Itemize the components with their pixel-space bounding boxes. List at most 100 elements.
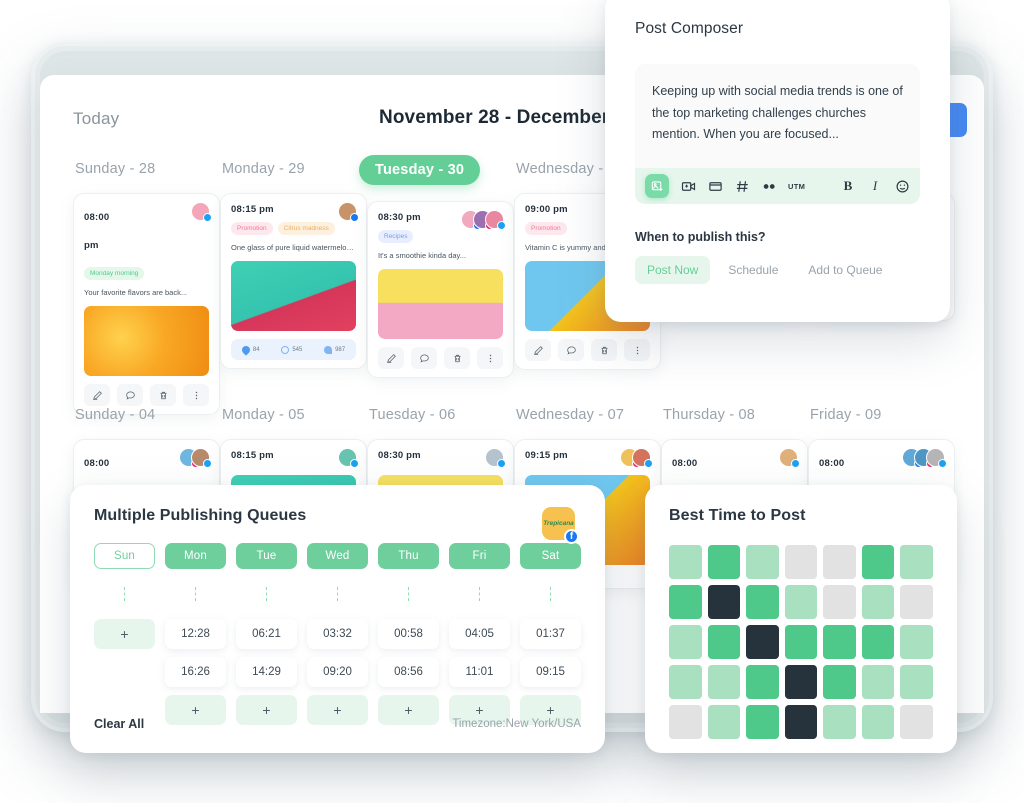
heatmap-cell[interactable] (823, 705, 856, 739)
queue-slot[interactable]: 11:01 (449, 657, 510, 687)
image-add-icon[interactable] (645, 174, 669, 198)
heatmap-cell[interactable] (707, 545, 741, 579)
heatmap-cell[interactable] (707, 665, 741, 699)
hashtag-icon[interactable] (734, 178, 750, 194)
queue-slot[interactable]: 00:58 (378, 619, 439, 649)
heatmap-cell[interactable] (707, 705, 741, 739)
heatmap-cell[interactable] (707, 625, 741, 659)
edit-icon[interactable] (84, 384, 110, 407)
queue-slot[interactable]: 01:37 (520, 619, 581, 649)
heatmap-cell[interactable] (900, 665, 933, 699)
heatmap-cell[interactable] (746, 705, 779, 739)
queue-day-fri[interactable]: Fri (449, 543, 510, 569)
queue-slot[interactable]: 03:32 (307, 619, 368, 649)
queue-day-thu[interactable]: Thu (378, 543, 439, 569)
post-text: Your favorite flavors are back... (84, 288, 188, 297)
day-label[interactable]: Monday - 05 (220, 407, 367, 423)
post-actions (378, 347, 503, 370)
heatmap-cell[interactable] (900, 625, 933, 659)
heatmap-cell[interactable] (861, 585, 895, 619)
heatmap-cell[interactable] (784, 625, 818, 659)
queue-slot[interactable]: 14:29 (236, 657, 297, 687)
day-label[interactable]: Tuesday - 30 (359, 155, 481, 185)
heatmap-cell[interactable] (900, 585, 933, 619)
heatmap-cell[interactable] (861, 625, 895, 659)
heatmap-cell[interactable] (669, 705, 702, 739)
heatmap-cell[interactable] (900, 545, 933, 579)
delete-icon[interactable] (150, 384, 176, 407)
heatmap-cell[interactable] (823, 665, 856, 699)
heatmap-cell[interactable] (746, 585, 779, 619)
link-icon[interactable] (761, 178, 777, 194)
composer-textarea[interactable]: Keeping up with social media trends is o… (635, 64, 920, 168)
comment-icon[interactable] (558, 339, 584, 362)
queues-footer: Clear All Timezone:New York/USA (94, 717, 581, 731)
heatmap-cell[interactable] (823, 545, 856, 579)
queue-slot[interactable]: 08:56 (378, 657, 439, 687)
delete-icon[interactable] (591, 339, 617, 362)
heatmap-cell[interactable] (669, 625, 702, 659)
heatmap-cell[interactable] (861, 665, 895, 699)
comment-icon[interactable] (411, 347, 437, 370)
post-card[interactable]: 08:15 pm Promotion Citrus madness One gla… (220, 193, 367, 370)
clear-all-button[interactable]: Clear All (94, 717, 144, 731)
folder-icon[interactable] (707, 178, 723, 194)
heatmap-cell[interactable] (900, 705, 933, 739)
avatar (926, 448, 947, 468)
day-label[interactable]: Friday - 09 (808, 407, 955, 423)
edit-icon[interactable] (378, 347, 404, 370)
queue-day-mon[interactable]: Mon (165, 543, 226, 569)
day-label[interactable]: Thursday - 08 (661, 407, 808, 423)
italic-button[interactable]: I (867, 178, 883, 194)
heatmap-cell[interactable] (669, 545, 702, 579)
heatmap-cell[interactable] (784, 545, 818, 579)
day-label[interactable]: Wednesday - 07 (514, 407, 661, 423)
heatmap-cell[interactable] (823, 585, 856, 619)
heatmap-cell[interactable] (746, 625, 779, 659)
day-label[interactable]: Monday - 29 (220, 161, 367, 177)
day-label[interactable]: Tuesday - 06 (367, 407, 514, 423)
heatmap-cell[interactable] (784, 585, 818, 619)
heatmap-cell[interactable] (669, 665, 702, 699)
post-card[interactable]: 08:00 pm Monday morning Your favorite fla… (73, 193, 220, 416)
heatmap-cell[interactable] (707, 585, 741, 619)
heatmap-cell[interactable] (861, 545, 895, 579)
queue-slot[interactable]: 09:15 (520, 657, 581, 687)
publish-option-post-now[interactable]: Post Now (635, 256, 711, 284)
queue-slot[interactable]: 06:21 (236, 619, 297, 649)
heatmap-cell[interactable] (784, 705, 818, 739)
more-options-icon[interactable] (477, 347, 503, 370)
queue-slot[interactable]: 04:05 (449, 619, 510, 649)
heatmap-cell[interactable] (861, 705, 895, 739)
comment-icon[interactable] (117, 384, 143, 407)
queue-day-wed[interactable]: Wed (307, 543, 368, 569)
edit-icon[interactable] (525, 339, 551, 362)
queue-slot[interactable]: 16:26 (165, 657, 226, 687)
avatar-group (338, 448, 359, 468)
queue-slot[interactable]: 09:20 (307, 657, 368, 687)
heatmap-cell[interactable] (746, 545, 779, 579)
post-card[interactable]: 08:30 pm Recipes It's a smoothie kinda d… (367, 201, 514, 379)
publish-option-add-to-queue[interactable]: Add to Queue (796, 256, 894, 284)
heatmap-cell[interactable] (669, 585, 702, 619)
queue-day-tue[interactable]: Tue (236, 543, 297, 569)
emoji-icon[interactable] (894, 178, 910, 194)
queue-day-sat[interactable]: Sat (520, 543, 581, 569)
more-options-icon[interactable] (183, 384, 209, 407)
heatmap-cell[interactable] (823, 625, 856, 659)
best-time-heatmap (669, 545, 933, 739)
queue-day-sun[interactable]: Sun (94, 543, 155, 569)
composer-editor[interactable]: Keeping up with social media trends is o… (635, 64, 920, 204)
bold-button[interactable]: B (840, 178, 856, 194)
queue-slot[interactable]: 12:28 (165, 619, 226, 649)
more-options-icon[interactable] (624, 339, 650, 362)
heatmap-cell[interactable] (746, 665, 779, 699)
day-label[interactable]: Sunday - 28 (73, 161, 220, 177)
delete-icon[interactable] (444, 347, 470, 370)
heatmap-cell[interactable] (784, 665, 818, 699)
utm-label[interactable]: UTM (788, 182, 805, 191)
queue-add-slot-button[interactable]: + (94, 619, 155, 649)
publish-option-schedule[interactable]: Schedule (716, 256, 790, 284)
video-add-icon[interactable] (680, 178, 696, 194)
day-label[interactable]: Sunday - 04 (73, 407, 220, 423)
